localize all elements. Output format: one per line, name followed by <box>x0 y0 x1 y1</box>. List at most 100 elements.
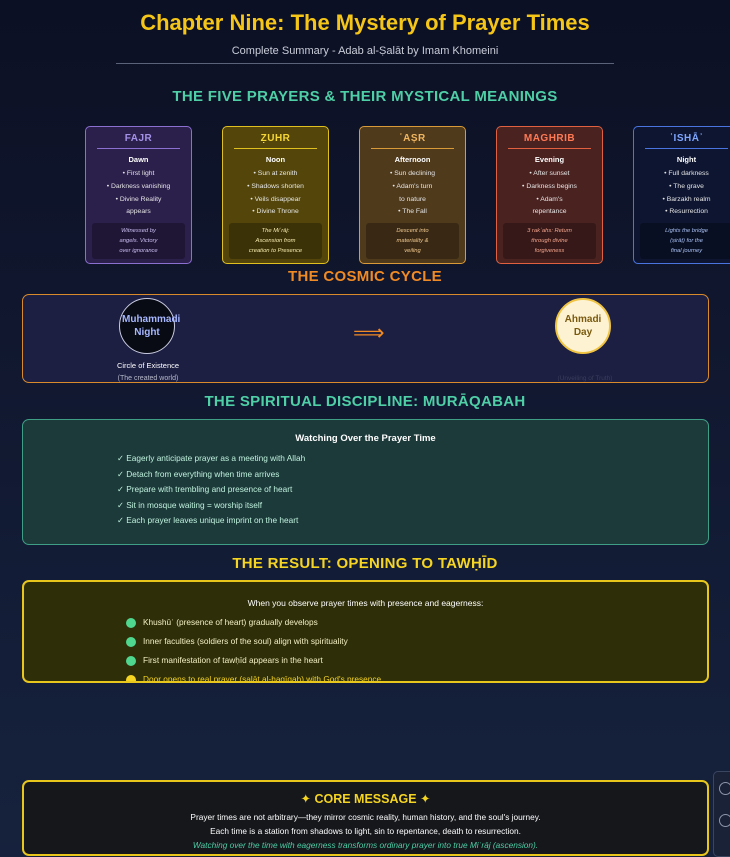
prayer-meaning: The Miʿrāj: Ascension from creation to Pre… <box>229 223 322 259</box>
discipline-item: ✓ Sit in mosque waiting = worship itself <box>117 499 263 510</box>
prayer-meaning-line: Lights the bridge <box>665 228 708 234</box>
core-message-line-3: Watching over the time with eagerness tr… <box>192 840 539 850</box>
prayer-meaning-line: materiality & <box>396 238 429 244</box>
circle-of-existence-caption: Circle of Existence <box>116 361 180 370</box>
prayer-meaning-line: over ignorance <box>119 248 158 254</box>
cosmic-cycle-panel: Muhammadi Night Circle of Existence (The… <box>22 294 709 383</box>
prayer-point: • Darkness vanishing <box>106 182 171 190</box>
prayer-point: • The grave <box>669 182 704 190</box>
core-message-panel: ✦ CORE MESSAGE ✦ Prayer times are not ar… <box>22 780 709 856</box>
zoom-out-icon[interactable] <box>719 814 730 827</box>
ahmadi-day-label: Ahmadi Day <box>564 314 602 338</box>
prayer-meaning-line: 3 rakʿahs: Return <box>527 228 572 234</box>
prayer-time: Noon <box>265 155 286 164</box>
prayer-card-0: FAJR Dawn • First light • Darkness vanishin… <box>85 126 192 264</box>
prayer-point: • Barzakh realm <box>662 195 711 203</box>
discipline-panel: Watching Over the Prayer Time ✓ Eagerly … <box>22 419 709 545</box>
prayer-card-2: ʿAṢR Afternoon • Sun declining • Adam's tur… <box>359 126 466 264</box>
prayer-point: • Adam's <box>536 195 563 203</box>
bullet-dot-icon <box>126 656 136 666</box>
prayer-point: • The Fall <box>398 208 427 216</box>
prayer-point: • Veils disappear <box>250 195 301 203</box>
prayer-point: to nature <box>399 195 426 203</box>
prayer-meaning-line: creation to Presence <box>248 248 303 254</box>
discipline-item: ✓ Eagerly anticipate prayer as a meeting… <box>117 453 306 463</box>
core-message-line-1: Prayer times are not arbitrary—they mirr… <box>190 812 541 822</box>
muhammadi-night-circle: Muhammadi Night <box>119 298 181 354</box>
bullet-dot-icon <box>126 675 136 681</box>
prayer-meaning-line: veiling <box>404 248 421 254</box>
prayer-meaning: Descent into materiality & veiling <box>366 223 459 259</box>
prayer-points: • After sunset • Darkness begins • Adam's r… <box>502 168 597 219</box>
result-item: Door opens to real prayer (ṣalāt al-ḥaqī… <box>143 674 382 683</box>
prayer-meaning: Lights the bridge (ṣirāṭ) for the final jo… <box>640 223 730 259</box>
prayer-card-4: ʿISHĀʾ Night • Full darkness • The grave • B… <box>633 126 730 264</box>
zoom-in-icon[interactable] <box>719 782 730 795</box>
discipline-heading: THE SPIRITUAL DISCIPLINE: MURĀQABAH <box>204 393 526 410</box>
ahmadi-day-circle: Ahmadi Day <box>555 298 611 354</box>
prayer-points: • Sun declining • Adam's turn to nature • T… <box>365 168 460 219</box>
prayer-point: repentance <box>532 208 567 216</box>
prayer-meaning-line: forgiveness <box>534 248 565 254</box>
prayer-name: MAGHRIB <box>508 133 591 149</box>
five-prayers-heading: THE FIVE PRAYERS & THEIR MYSTICAL MEANIN… <box>172 88 558 105</box>
prayer-point: • Full darkness <box>664 170 709 177</box>
prayer-point: appears <box>126 208 151 216</box>
result-heading: THE RESULT: OPENING TO TAWḤĪD <box>232 555 498 572</box>
result-item: Khushūʿ (presence of heart) gradually de… <box>143 617 318 627</box>
discipline-item: ✓ Detach from everything when time arriv… <box>117 468 280 479</box>
prayer-point: • Sun at zenith <box>253 170 298 177</box>
core-message-line-2: Each time is a station from shadows to l… <box>210 826 521 836</box>
prayer-points: • Sun at zenith • Shadows shorten • Veils … <box>228 168 323 219</box>
prayer-point: • Divine Throne <box>252 208 299 216</box>
discipline-box-title: Watching Over the Prayer Time <box>295 433 436 444</box>
prayer-point: • Resurrection <box>665 208 708 216</box>
bullet-dot-icon <box>126 637 136 647</box>
prayer-meaning-line: Witnessed by <box>121 228 156 234</box>
core-message-heading: ✦ CORE MESSAGE ✦ <box>300 792 431 806</box>
result-item: Inner faculties (soldiers of the soul) a… <box>143 636 348 646</box>
prayer-meaning-line: Descent into <box>396 228 429 234</box>
prayer-meaning: Witnessed by angels. Victory over ignoranc… <box>92 223 185 259</box>
prayer-time: Evening <box>534 155 565 164</box>
discipline-item: ✓ Prepare with trembling and presence of… <box>117 484 293 495</box>
discipline-item: ✓ Each prayer leaves unique imprint on t… <box>117 515 299 526</box>
page-subtitle: Complete Summary - Adab al-Ṣalāt by Imam… <box>231 45 499 57</box>
prayer-name: FAJR <box>97 133 180 149</box>
result-item: First manifestation of tawḥīd appears in… <box>143 655 323 665</box>
result-panel: When you observe prayer times with prese… <box>22 580 709 683</box>
result-intro: When you observe prayer times with prese… <box>247 598 484 608</box>
prayer-meaning-line: angels. Victory <box>119 238 158 244</box>
bullet-dot-icon <box>126 618 136 628</box>
prayer-point: • Darkness begins <box>522 182 577 190</box>
prayer-name: ʿAṢR <box>371 133 454 149</box>
cycle-arrow: ⟹ <box>353 320 385 345</box>
muhammadi-night-label: Muhammadi Night <box>122 314 181 338</box>
prayer-card-1: ẒUHR Noon • Sun at zenith • Shadows shorten… <box>222 126 329 264</box>
prayer-name: ʿISHĀʾ <box>645 133 728 149</box>
created-world-caption: (The created world) <box>117 375 179 382</box>
prayer-points: • First light • Darkness vanishing • Divin… <box>91 168 186 219</box>
prayer-meaning-line: final journey <box>670 248 703 254</box>
prayer-time: Night <box>676 155 697 164</box>
prayer-point: • Sun declining <box>389 170 436 177</box>
unveiling-caption: (Unveiling of Truth) <box>557 375 613 382</box>
prayer-meaning-line: through divine <box>531 238 568 244</box>
prayer-time: Afternoon <box>394 155 431 164</box>
prayer-point: • Shadows shorten <box>247 182 304 190</box>
prayer-points: • Full darkness • The grave • Barzakh real… <box>639 168 730 219</box>
side-zoom-widget <box>713 771 730 857</box>
discipline-list: ✓ Eagerly anticipate prayer as a meeting… <box>117 451 305 529</box>
prayer-time: Dawn <box>128 155 149 164</box>
prayer-name: ẒUHR <box>234 133 317 149</box>
prayer-meaning-line: (ṣirāṭ) for the <box>670 238 703 244</box>
prayer-point: • Adam's turn <box>392 182 433 190</box>
prayer-meaning-line: The Miʿrāj: <box>261 228 290 234</box>
prayer-meaning-line: Ascension from <box>255 238 296 244</box>
prayer-point: • After sunset <box>529 170 570 177</box>
prayer-meaning: 3 rakʿahs: Return through divine forgivene… <box>503 223 596 259</box>
prayer-point: • Divine Reality <box>115 195 162 203</box>
prayer-card-3: MAGHRIB Evening • After sunset • Darkness b… <box>496 126 603 264</box>
title-divider <box>116 63 614 64</box>
prayer-point: • First light <box>122 170 155 177</box>
